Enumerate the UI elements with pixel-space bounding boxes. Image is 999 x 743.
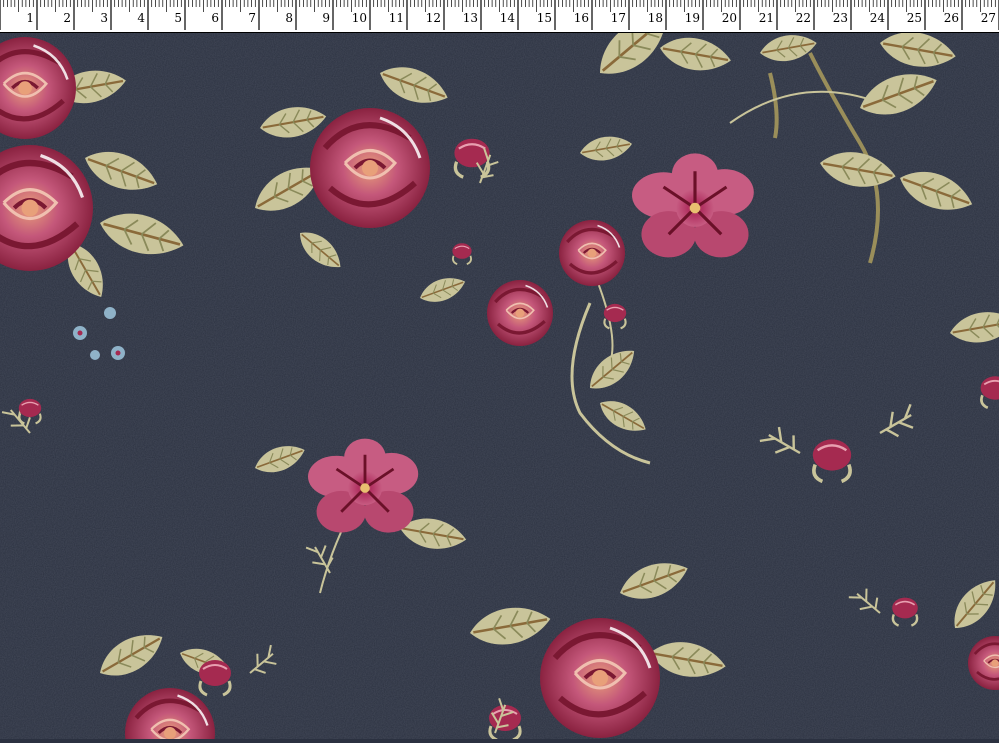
ruler-label: 21 [759,11,774,25]
ruler-icon: 1 2 3 4 5 6 7 8 9 10 11 12 13 14 15 16 17 18 19 20 21 22 23 24 2… [0,0,999,30]
ruler-label: 3 [100,11,108,25]
ruler-label: 13 [463,11,478,25]
ruler-label: 5 [174,11,182,25]
ruler-label: 6 [211,11,219,25]
ruler-label: 19 [685,11,700,25]
ruler-label: 12 [426,11,441,25]
ruler-label: 16 [574,11,589,25]
ruler-label: 20 [722,11,737,25]
ruler-label: 17 [611,11,626,25]
ruler-label: 9 [322,11,330,25]
ruler-label: 2 [63,11,71,25]
ruler-label: 7 [248,11,256,25]
ruler-label: 10 [352,11,367,25]
ruler-label: 26 [944,11,959,25]
fabric-swatch [0,1,999,739]
floral-print [0,1,999,739]
ruler-label: 18 [648,11,663,25]
ruler-label: 1 [26,11,34,25]
ruler-label: 23 [833,11,848,25]
ruler-label: 27 [981,11,996,25]
ruler-label: 11 [389,11,404,25]
ruler-label: 15 [537,11,552,25]
ruler-label: 24 [870,11,886,25]
ruler-label: 14 [500,11,516,25]
ruler-label: 25 [907,11,922,25]
ruler-label: 8 [285,11,293,25]
ruler-label: 4 [137,11,145,25]
measurement-ruler: 1 2 3 4 5 6 7 8 9 10 11 12 13 14 15 16 17 18 19 20 21 22 23 24 2… [0,0,999,33]
ruler-label: 22 [796,11,811,25]
